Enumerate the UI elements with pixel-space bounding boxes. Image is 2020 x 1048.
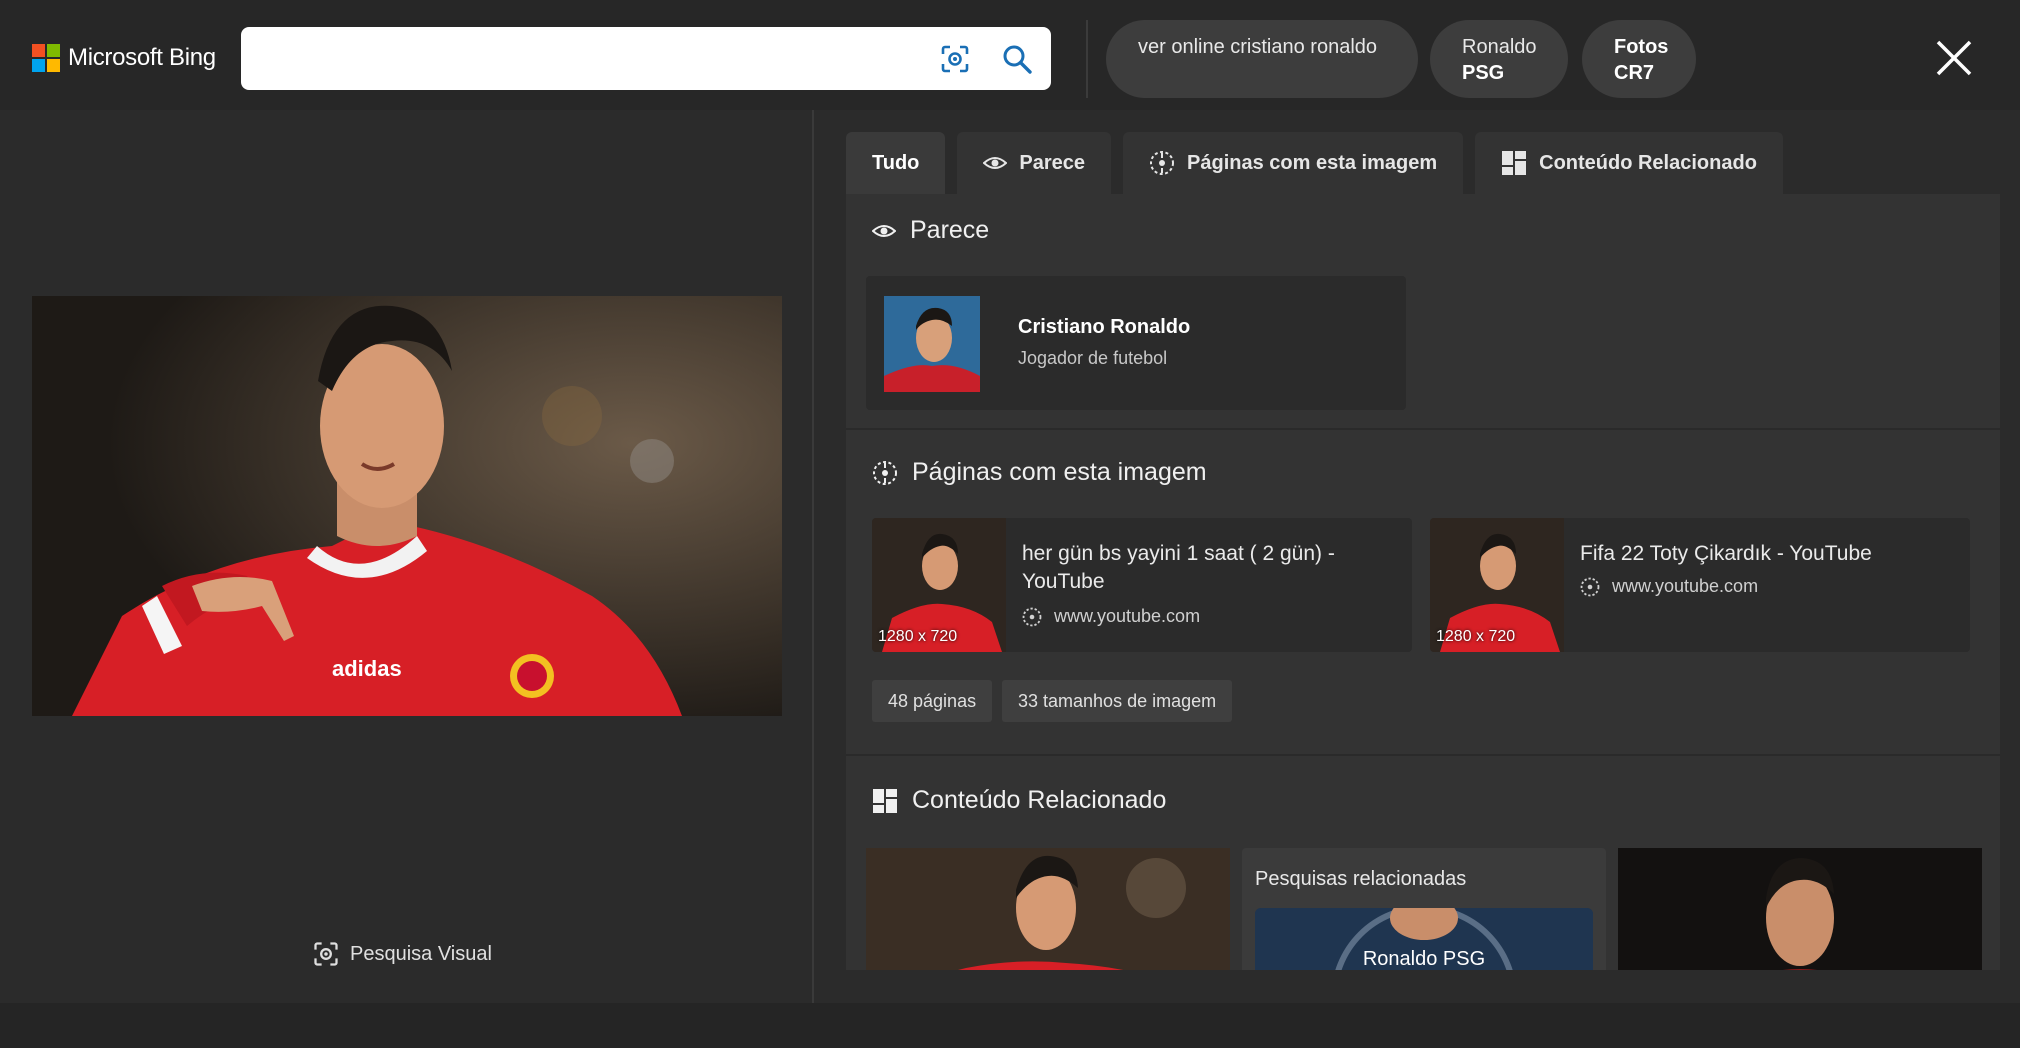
visual-search-button[interactable]: Pesquisa Visual <box>312 940 492 968</box>
page-result-site: www.youtube.com <box>1580 576 1758 597</box>
image-sizes-button[interactable]: 33 tamanhos de imagem <box>1002 680 1233 722</box>
visual-search-label: Pesquisa Visual <box>350 942 492 965</box>
player-photo: adidas <box>32 296 782 716</box>
tab-label: Tudo <box>872 151 920 174</box>
tab-parece[interactable]: Parece <box>957 132 1112 194</box>
microsoft-logo-icon <box>32 44 60 72</box>
main-image[interactable]: adidas <box>32 296 782 716</box>
entity-card[interactable]: Cristiano Ronaldo Jogador de futebol <box>866 276 1406 410</box>
related-chip-fotos-cr7[interactable]: Fotos CR7 <box>1582 20 1696 98</box>
tab-label: Conteúdo Relacionado <box>1539 151 1757 174</box>
entity-thumbnail <box>884 296 980 392</box>
header-divider <box>1086 20 1088 98</box>
pane-divider <box>812 110 814 1003</box>
entity-description: Jogador de futebol <box>1018 348 1168 368</box>
visual-search-icon[interactable] <box>939 43 971 75</box>
entity-name: Cristiano Ronaldo <box>1018 316 1191 338</box>
globe-icon <box>1150 151 1175 175</box>
grid-icon <box>873 788 897 813</box>
page-result-title[interactable]: her gün bs yayini 1 saat ( 2 gün) - YouT… <box>1022 540 1392 596</box>
result-tabs: Tudo Parece Páginas com esta imagem Cont… <box>846 132 1795 194</box>
related-chip-ver-online[interactable]: ver online cristiano ronaldo <box>1106 20 1418 98</box>
image-size-label: 1280 x 720 <box>1436 628 1516 645</box>
tab-paginas[interactable]: Páginas com esta imagem <box>1123 132 1464 194</box>
page-result-card[interactable]: 1280 x 720 Fifa 22 Toty Çikardık - YouTu… <box>1430 518 1970 652</box>
bottom-bar <box>0 1003 2020 1048</box>
related-searches-card[interactable]: Pesquisas relacionadas Ronaldo PSG <box>1242 848 1606 970</box>
search-box <box>241 27 1051 90</box>
eye-icon <box>872 224 896 237</box>
section-title-parece: Parece <box>872 216 989 245</box>
page-result-title[interactable]: Fifa 22 Toty Çikardık - YouTube <box>1580 540 1950 568</box>
related-image <box>1618 848 1982 970</box>
globe-icon <box>1580 577 1600 596</box>
chip-label-line1: Ronaldo <box>1462 36 1537 58</box>
eye-icon <box>983 157 1008 169</box>
pages-count-button[interactable]: 48 páginas <box>872 680 993 722</box>
tab-tudo[interactable]: Tudo <box>846 132 946 194</box>
brand-name: Microsoft Bing <box>68 44 216 71</box>
search-input[interactable] <box>257 39 937 79</box>
close-icon[interactable] <box>1934 38 1974 78</box>
section-title-paginas: Páginas com esta imagem <box>872 458 1207 487</box>
image-size-label: 1280 x 720 <box>878 628 958 645</box>
related-searches-title: Pesquisas relacionadas <box>1255 868 1467 890</box>
tab-conteudo-relacionado[interactable]: Conteúdo Relacionado <box>1475 132 1783 194</box>
search-icon[interactable] <box>1001 43 1033 75</box>
related-search-label: Ronaldo PSG <box>1362 948 1486 970</box>
page-result-thumbnail: 1280 x 720 <box>1430 518 1564 652</box>
page-result-card[interactable]: 1280 x 720 her gün bs yayini 1 saat ( 2 … <box>872 518 1412 652</box>
related-image-card[interactable] <box>1618 848 1982 970</box>
related-chip-ronaldo-psg[interactable]: Ronaldo PSG <box>1430 20 1568 98</box>
tab-label: Parece <box>1019 151 1086 174</box>
related-image <box>866 848 1230 970</box>
svg-text:adidas: adidas <box>332 656 402 681</box>
section-divider <box>846 754 2000 756</box>
tab-label: Páginas com esta imagem <box>1187 151 1438 174</box>
grid-icon <box>1502 151 1527 175</box>
chip-label: ver online cristiano ronaldo <box>1138 36 1378 58</box>
top-bar: Microsoft Bing ver online cristiano rona… <box>0 0 2020 110</box>
chip-label-line1: Fotos <box>1614 36 1669 58</box>
results-panel: Parece Cristiano Ronaldo Jogador de fute… <box>846 194 2000 970</box>
page-result-site: www.youtube.com <box>1022 606 1200 627</box>
chip-label-line2: CR7 <box>1614 62 1655 84</box>
page-result-thumbnail: 1280 x 720 <box>872 518 1006 652</box>
section-divider <box>846 428 2000 430</box>
visual-search-icon <box>314 942 338 966</box>
related-search-item[interactable]: Ronaldo PSG <box>1255 908 1593 970</box>
globe-icon <box>873 460 897 485</box>
chip-label-line2: PSG <box>1462 62 1505 84</box>
section-title-relacionado: Conteúdo Relacionado <box>872 786 1166 815</box>
globe-icon <box>1022 607 1042 626</box>
bing-logo[interactable]: Microsoft Bing <box>32 44 216 72</box>
related-image-card[interactable] <box>866 848 1230 970</box>
